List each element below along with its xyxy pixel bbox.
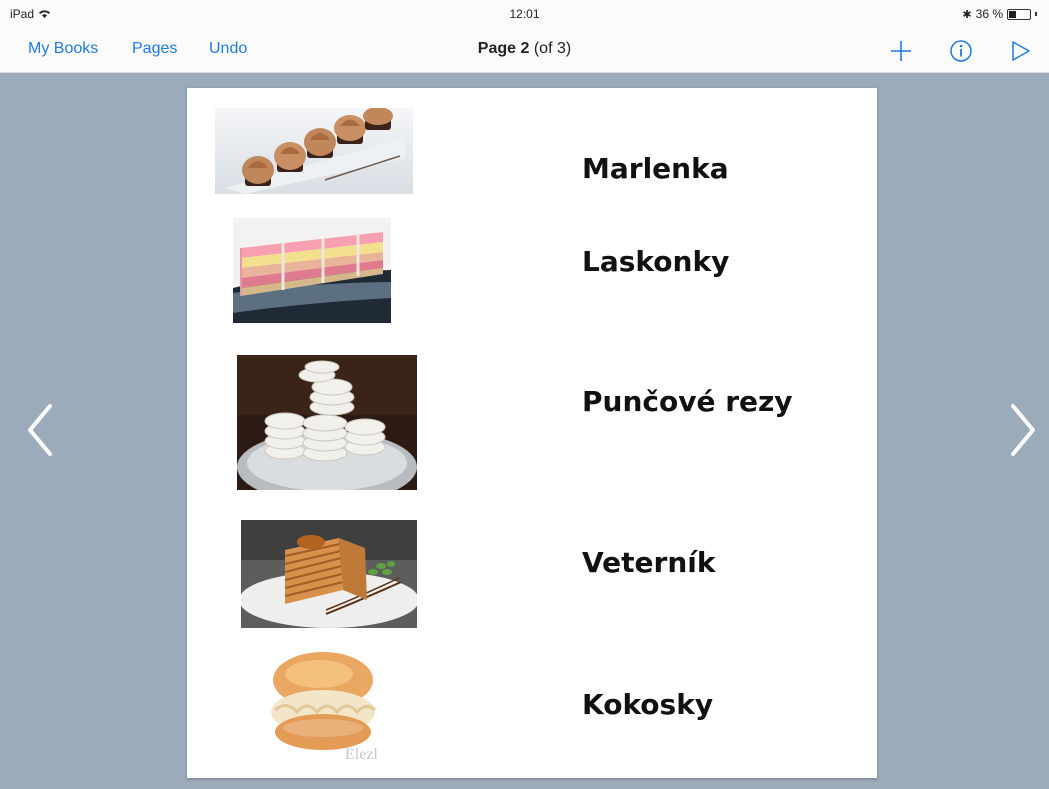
- page-count: (of 3): [529, 40, 572, 57]
- previous-page-arrow-icon[interactable]: [20, 398, 60, 462]
- add-icon[interactable]: [886, 36, 916, 66]
- battery-tip: [1035, 12, 1037, 16]
- bluetooth-icon: ✱: [962, 8, 972, 21]
- item-label: Kokosky: [582, 688, 714, 721]
- list-item[interactable]: Marlenka: [187, 108, 877, 198]
- item-label: Punčové rezy: [582, 385, 793, 418]
- list-item[interactable]: Laskonky: [187, 218, 877, 323]
- laskonky-image: [233, 218, 391, 323]
- play-icon[interactable]: [1005, 36, 1035, 66]
- battery-icon: [1007, 8, 1031, 20]
- navigation-bar: My Books Pages Undo Page 2 (of 3): [0, 30, 1049, 73]
- battery-level: [1009, 10, 1016, 18]
- item-label: Laskonky: [582, 245, 730, 278]
- list-item[interactable]: Elezl Kokosky: [187, 650, 877, 770]
- veternik-image: [241, 520, 417, 628]
- puncove-rezy-image: [237, 355, 417, 490]
- battery-percent: 36 %: [975, 7, 1003, 21]
- item-label: Veterník: [582, 546, 716, 579]
- status-bar: iPad 12:01 ✱ 36 %: [0, 0, 1049, 30]
- book-page: Marlenka Laskonky Punčové rezy Veterník …: [187, 88, 877, 778]
- list-item[interactable]: Veterník: [187, 520, 877, 628]
- info-icon[interactable]: [946, 36, 976, 66]
- status-time: 12:01: [509, 7, 540, 21]
- marlenka-image: [215, 108, 413, 194]
- next-page-arrow-icon[interactable]: [1003, 398, 1043, 462]
- status-right: ✱ 36 %: [962, 7, 1037, 21]
- page-number: Page 2: [477, 40, 530, 57]
- image-watermark: Elezl: [345, 746, 378, 763]
- item-label: Marlenka: [582, 152, 729, 185]
- list-item[interactable]: Punčové rezy: [187, 355, 877, 490]
